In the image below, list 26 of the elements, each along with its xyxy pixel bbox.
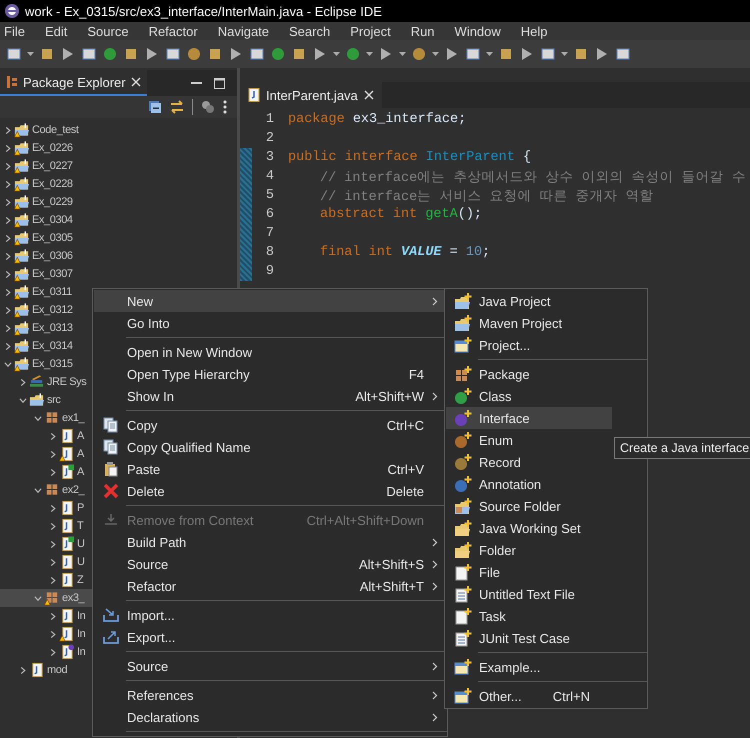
window-title: work - Ex_0315/src/ex3_interface/InterMain.java - Eclipse IDE	[25, 4, 382, 18]
line-number: 6	[264, 207, 274, 222]
shortcut-label: Ctrl+C	[386, 418, 424, 432]
shortcut-label: Ctrl+V	[388, 462, 424, 476]
code-line: public interface InterParent {	[288, 150, 532, 165]
code-line: // interface에는 추상메서드와 상수 이외의 속성이 들어갈 수	[319, 170, 746, 186]
shortcut-label: F4	[408, 366, 424, 382]
line-number: 9	[264, 264, 274, 279]
code-line: // interface는 서비스 요청에 따른 중개자 역할	[319, 188, 654, 204]
line-number: 7	[264, 226, 274, 241]
code-line: package ex3_interface;	[288, 112, 466, 127]
line-number: 2	[264, 131, 274, 146]
shortcut-label: Alt+Shift+W	[355, 388, 424, 404]
line-number: 3	[264, 150, 274, 165]
shortcut-label: Delete	[386, 484, 424, 498]
line-number: 4	[264, 169, 274, 184]
code-line: abstract int getA();	[319, 207, 482, 222]
shortcut-label: Ctrl+Alt+Shift+Down	[306, 512, 424, 528]
code-line: final int VALUE = 10;	[319, 245, 490, 260]
tooltip: Create a Java interface	[614, 437, 750, 459]
shortcut-label: Alt+Shift+T	[360, 578, 424, 594]
shortcut-label: Ctrl+N	[552, 688, 590, 704]
shortcut-label: Alt+Shift+S	[358, 556, 424, 572]
line-number: 1	[264, 112, 274, 127]
line-number: 5	[264, 188, 274, 203]
line-number: 8	[264, 245, 274, 260]
